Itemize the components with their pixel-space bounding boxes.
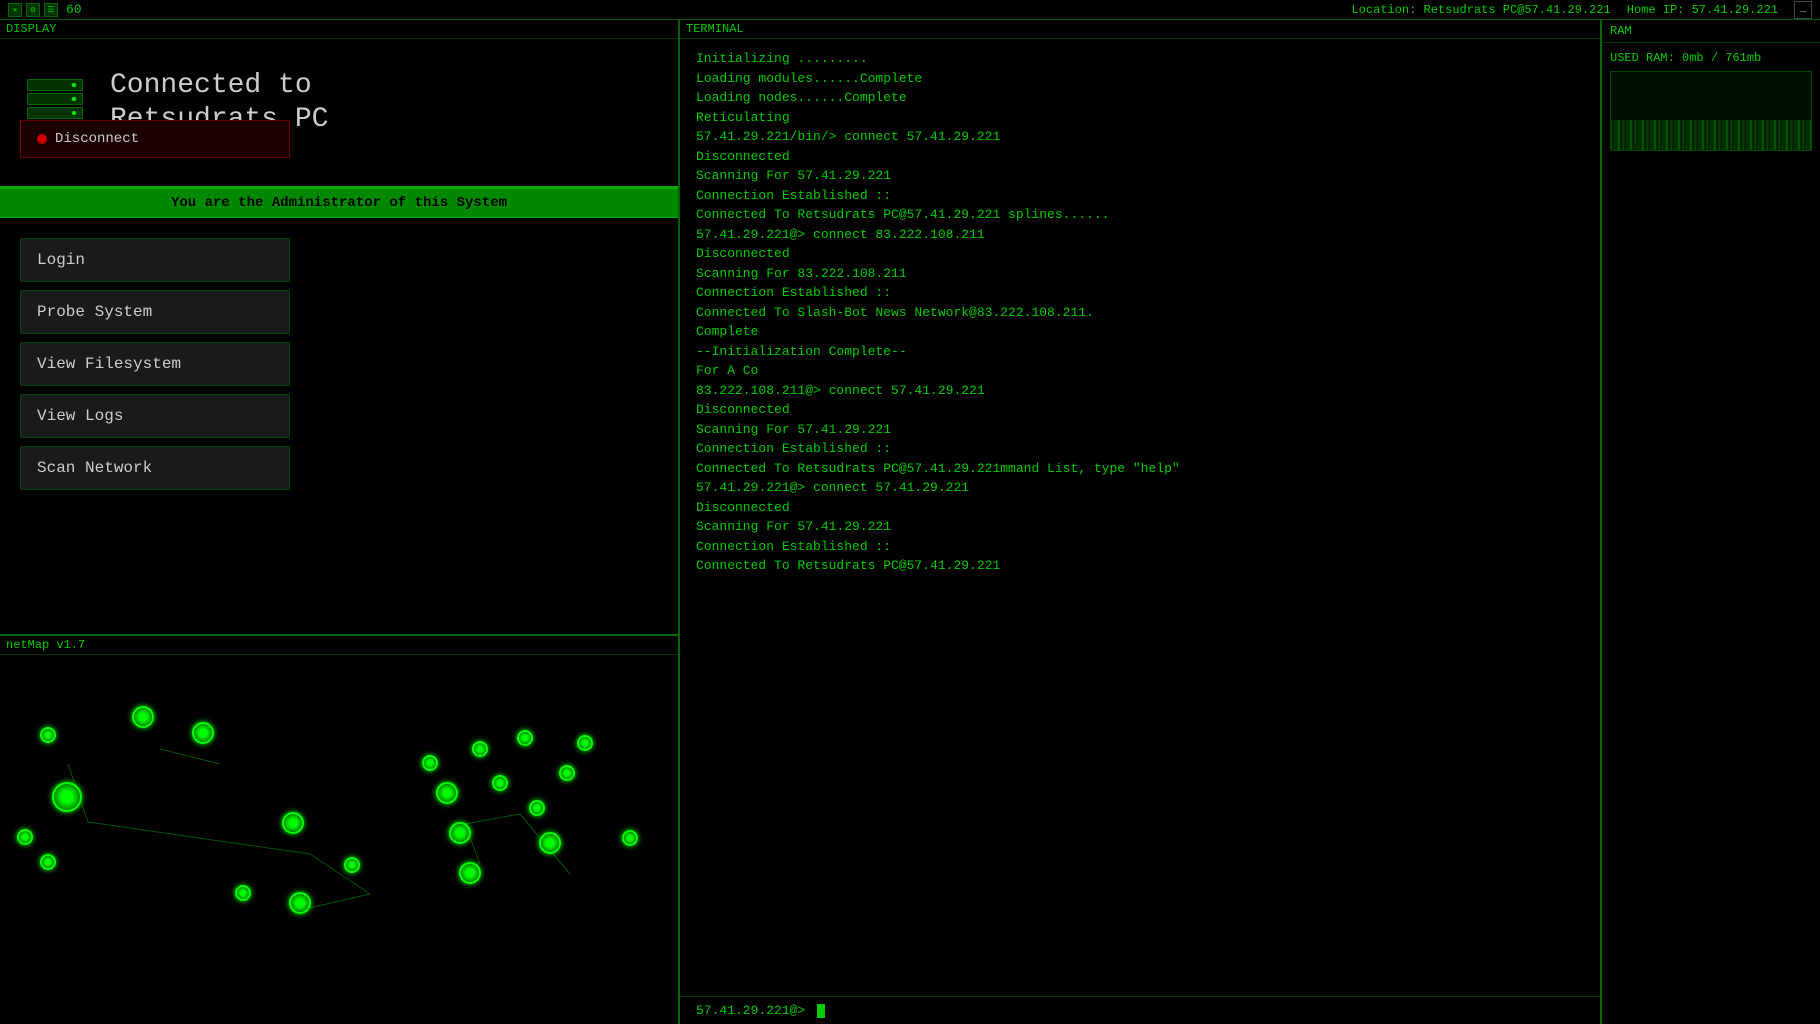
terminal-area[interactable]: Initializing .........Loading modules...… xyxy=(680,39,1600,996)
terminal-line: Disconnected xyxy=(696,400,1584,420)
network-node[interactable] xyxy=(344,857,360,873)
terminal-space xyxy=(809,1003,817,1018)
login-button[interactable]: Login xyxy=(20,238,290,282)
terminal-prompt: 57.41.29.221@> xyxy=(696,1003,805,1018)
network-node[interactable] xyxy=(492,775,508,791)
network-node[interactable] xyxy=(559,765,575,781)
ram-header: RAM xyxy=(1602,20,1820,43)
terminal-line: Loading nodes......Complete xyxy=(696,88,1584,108)
network-node[interactable] xyxy=(40,854,56,870)
network-node[interactable] xyxy=(472,741,488,757)
terminal-line: --Initialization Complete-- xyxy=(696,342,1584,362)
terminal-line: Connection Established :: xyxy=(696,439,1584,459)
terminal-line: 57.41.29.221@> connect 83.222.108.211 xyxy=(696,225,1584,245)
network-node[interactable] xyxy=(459,862,481,884)
terminal-line: Connected To Retsudrats PC@57.41.29.221 … xyxy=(696,205,1584,225)
terminal-line: Initializing ......... xyxy=(696,49,1584,69)
rack-2 xyxy=(27,93,83,105)
right-panel: TERMINAL Initializing .........Loading m… xyxy=(680,20,1600,1024)
tb-icon-1[interactable]: ✕ xyxy=(8,3,22,17)
terminal-line: Connected To Retsudrats PC@57.41.29.221m… xyxy=(696,459,1584,479)
tb-icon-3[interactable]: ☰ xyxy=(44,3,58,17)
view-logs-button[interactable]: View Logs xyxy=(20,394,290,438)
tb-icon-2[interactable]: ⚙ xyxy=(26,3,40,17)
network-node[interactable] xyxy=(422,755,438,771)
terminal-line: Complete xyxy=(696,322,1584,342)
network-node[interactable] xyxy=(622,830,638,846)
ram-bar xyxy=(1610,71,1812,151)
network-node[interactable] xyxy=(235,885,251,901)
network-node[interactable] xyxy=(52,782,82,812)
top-bar: ✕ ⚙ ☰ 60 Location: Retsudrats PC@57.41.2… xyxy=(0,0,1820,20)
disconnect-button[interactable]: Disconnect xyxy=(20,120,290,158)
network-node[interactable] xyxy=(449,822,471,844)
terminal-label: TERMINAL xyxy=(680,20,1600,39)
scan-network-button[interactable]: Scan Network xyxy=(20,446,290,490)
terminal-line: 57.41.29.221/bin/> connect 57.41.29.221 xyxy=(696,127,1584,147)
terminal-line: Connected To Slash-Bot News Network@83.2… xyxy=(696,303,1584,323)
terminal-line: Connection Established :: xyxy=(696,186,1584,206)
top-bar-right: Location: Retsudrats PC@57.41.29.221 Hom… xyxy=(1352,1,1812,19)
terminal-line: Connection Established :: xyxy=(696,283,1584,303)
network-node[interactable] xyxy=(132,706,154,728)
terminal-line: Scanning For 57.41.29.221 xyxy=(696,420,1584,440)
terminal-line: Loading modules......Complete xyxy=(696,69,1584,89)
netmap-svg xyxy=(0,655,678,1021)
network-node[interactable] xyxy=(192,722,214,744)
terminal-cursor xyxy=(817,1004,825,1018)
display-label: DISPLAY xyxy=(0,20,678,39)
ram-header-label: RAM xyxy=(1610,24,1632,38)
terminal-line: Scanning For 57.41.29.221 xyxy=(696,166,1584,186)
network-node[interactable] xyxy=(436,782,458,804)
red-dot-icon xyxy=(37,134,47,144)
ram-noise xyxy=(1611,120,1811,150)
disconnect-area: Disconnect xyxy=(20,120,698,158)
terminal-line: Disconnected xyxy=(696,498,1584,518)
nav-buttons: Login Probe System View Filesystem View … xyxy=(0,218,678,510)
terminal-line: 83.222.108.211@> connect 57.41.29.221 xyxy=(696,381,1584,401)
ram-usage-label: USED RAM: 0mb / 761mb xyxy=(1610,51,1812,65)
disconnect-label: Disconnect xyxy=(55,131,139,147)
terminal-line: Connection Established :: xyxy=(696,537,1584,557)
ram-content: USED RAM: 0mb / 761mb xyxy=(1602,43,1820,159)
top-bar-counter: 60 xyxy=(66,2,82,17)
netmap-canvas xyxy=(0,655,678,1021)
location-text: Location: Retsudrats PC@57.41.29.221 xyxy=(1352,3,1611,17)
terminal-line: Scanning For 57.41.29.221 xyxy=(696,517,1584,537)
netmap-section: netMap v1.7 xyxy=(0,634,678,1024)
connected-line1: Connected to xyxy=(110,70,312,101)
terminal-line: Disconnected xyxy=(696,244,1584,264)
terminal-line: For A Co xyxy=(696,361,1584,381)
view-filesystem-button[interactable]: View Filesystem xyxy=(20,342,290,386)
network-node[interactable] xyxy=(529,800,545,816)
system-info: Connected to Retsudrats PC @ 57.41.29.22… xyxy=(0,39,678,189)
home-ip-text: Home IP: 57.41.29.221 xyxy=(1627,3,1778,17)
probe-system-button[interactable]: Probe System xyxy=(20,290,290,334)
network-node[interactable] xyxy=(577,735,593,751)
netmap-label: netMap v1.7 xyxy=(0,636,678,655)
network-node[interactable] xyxy=(17,829,33,845)
network-node[interactable] xyxy=(517,730,533,746)
terminal-line: Connected To Retsudrats PC@57.41.29.221 xyxy=(696,556,1584,576)
rack-3 xyxy=(27,107,83,119)
rack-1 xyxy=(27,79,83,91)
terminal-line: Disconnected xyxy=(696,147,1584,167)
network-node[interactable] xyxy=(282,812,304,834)
terminal-line: Scanning For 83.222.108.211 xyxy=(696,264,1584,284)
terminal-line: 57.41.29.221@> connect 57.41.29.221 xyxy=(696,478,1584,498)
left-panel: DISPLAY Connected to Retsudrats PC @ 57.… xyxy=(0,20,680,1024)
minimize-icon[interactable]: _ xyxy=(1794,1,1812,19)
main-layout: DISPLAY Connected to Retsudrats PC @ 57.… xyxy=(0,20,1820,1024)
network-node[interactable] xyxy=(40,727,56,743)
ram-panel: RAM USED RAM: 0mb / 761mb xyxy=(1600,20,1820,1024)
terminal-line: Reticulating xyxy=(696,108,1584,128)
terminal-input-line: 57.41.29.221@> xyxy=(680,996,1600,1024)
admin-bar: You are the Administrator of this System xyxy=(0,189,678,218)
network-node[interactable] xyxy=(289,892,311,914)
top-bar-icons: ✕ ⚙ ☰ xyxy=(8,3,58,17)
top-bar-left: ✕ ⚙ ☰ 60 xyxy=(8,2,82,17)
network-node[interactable] xyxy=(539,832,561,854)
